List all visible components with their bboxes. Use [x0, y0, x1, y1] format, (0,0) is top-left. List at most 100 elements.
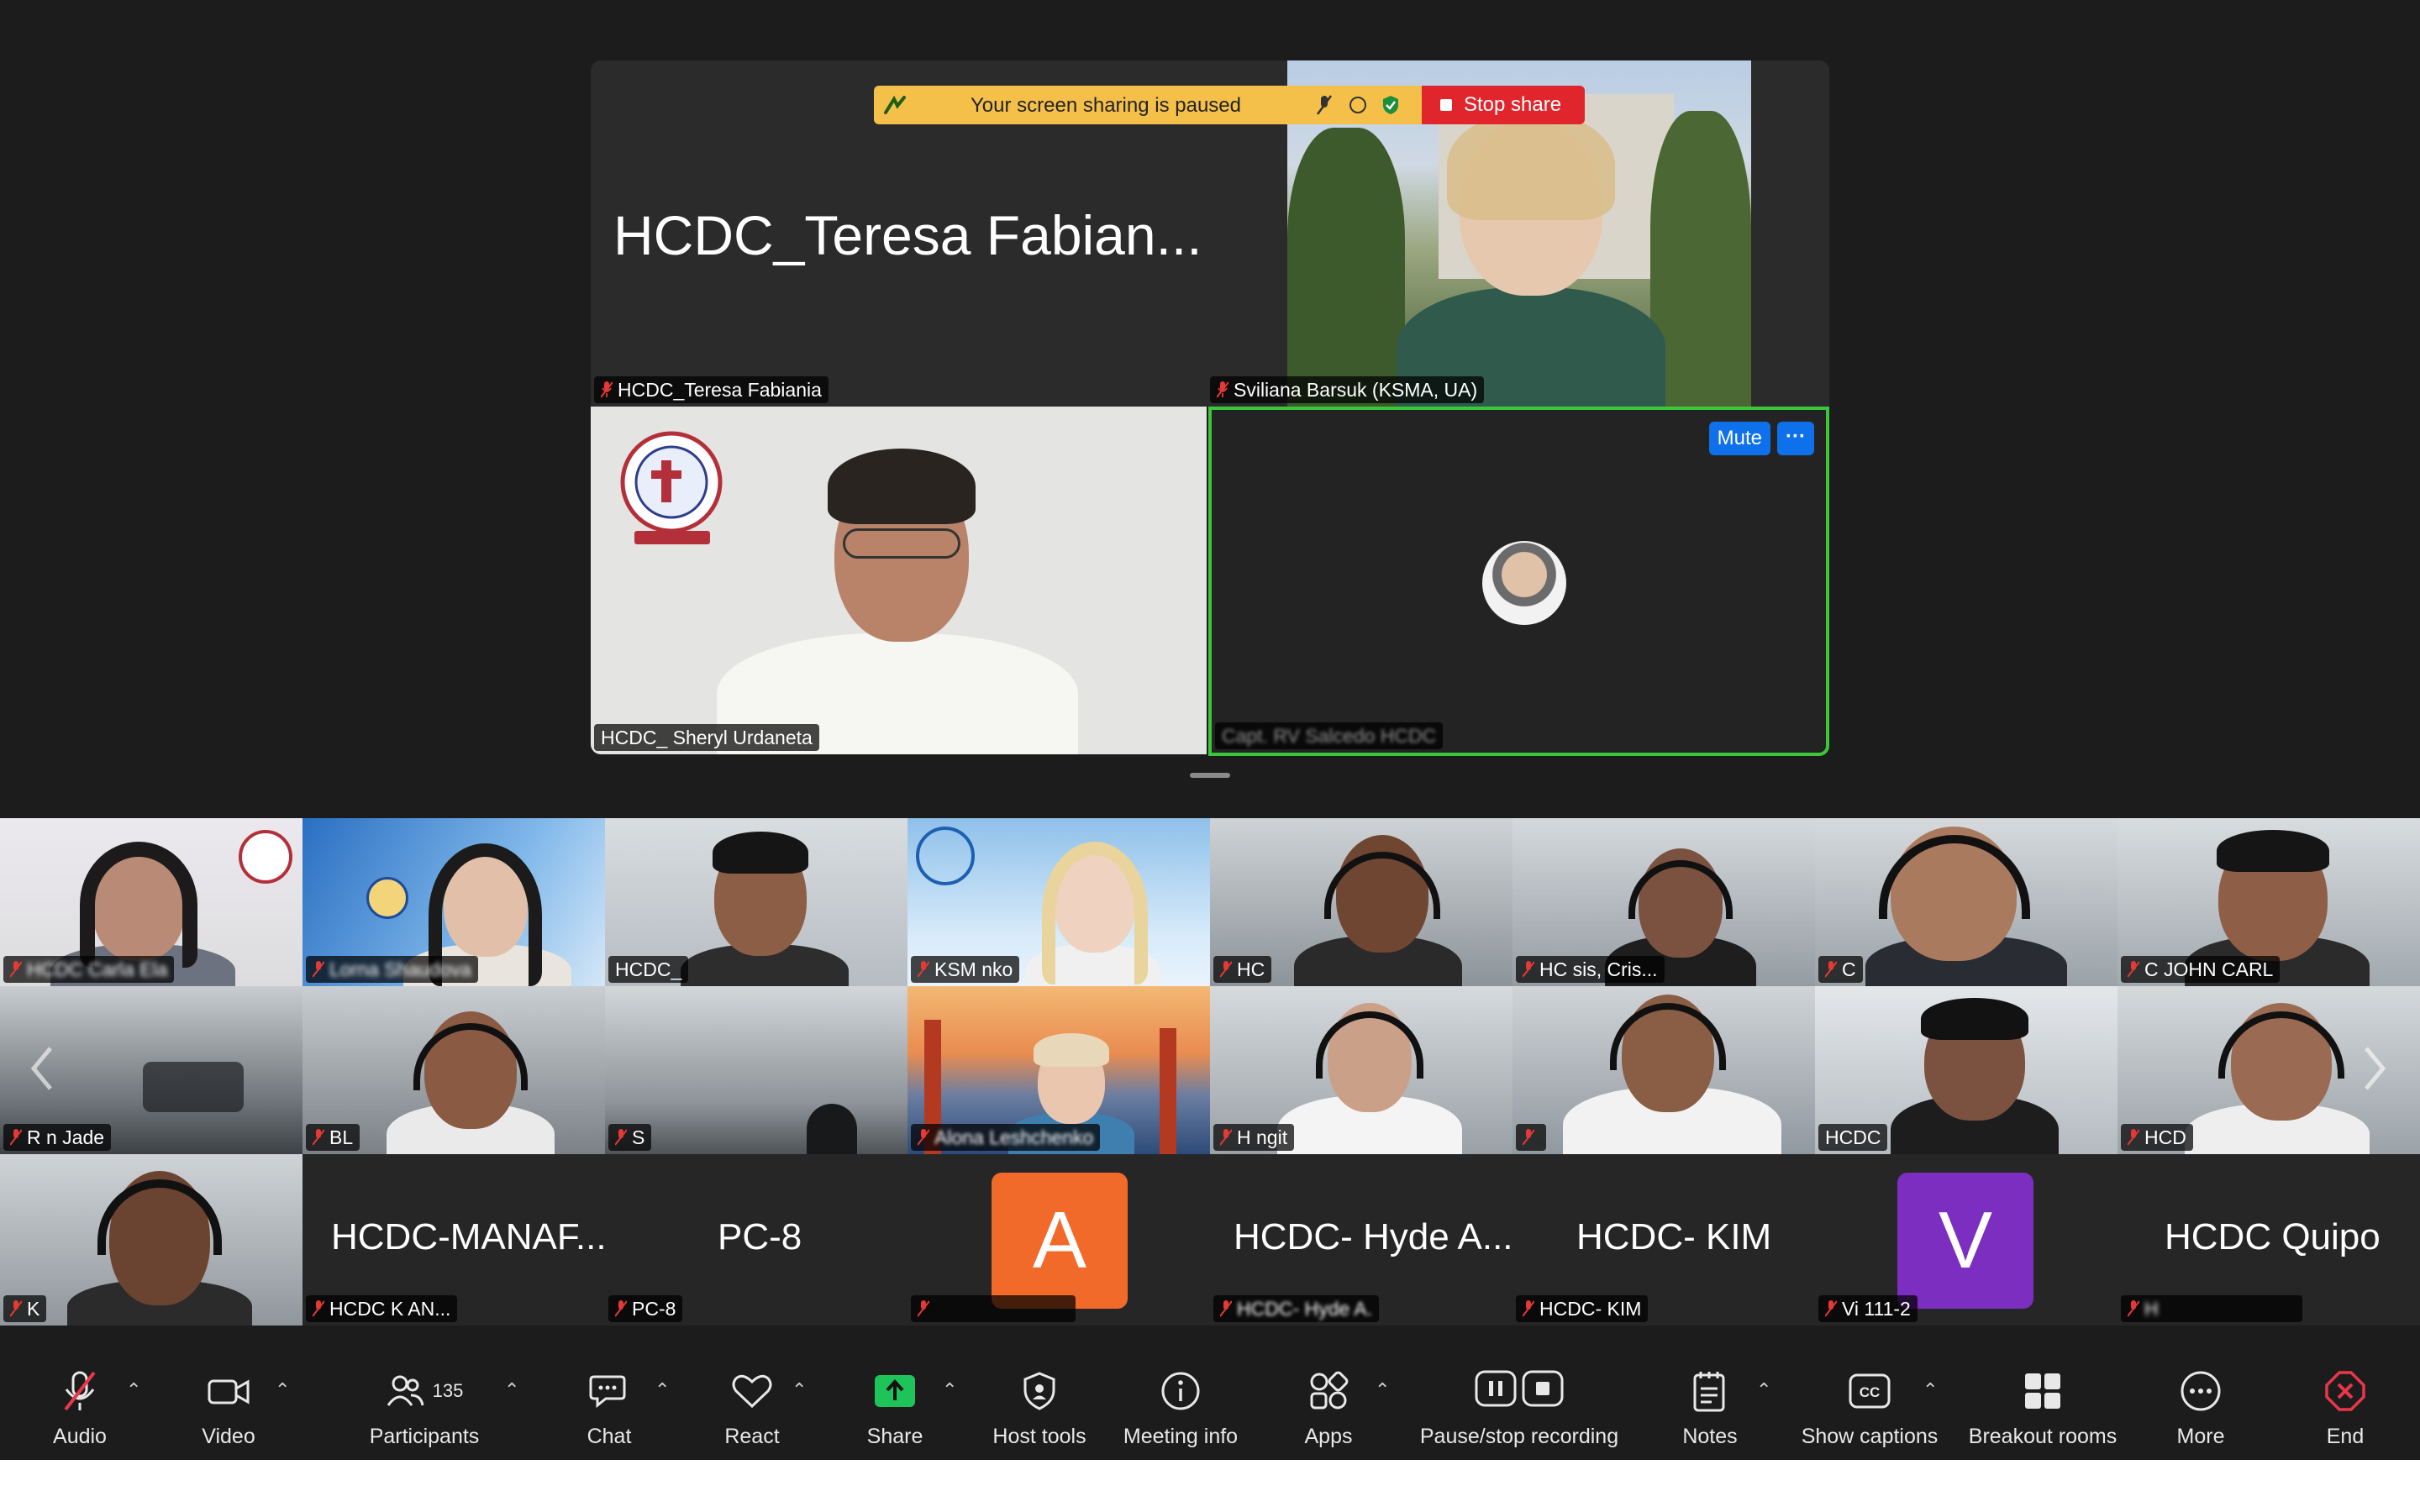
- gallery-tile[interactable]: C: [1815, 818, 2118, 986]
- gallery-tile[interactable]: HCDC-MANAF... HCDC K AN...: [302, 1154, 605, 1326]
- captions-options-caret[interactable]: ⌃: [1923, 1379, 1938, 1401]
- audio-button[interactable]: Audio: [34, 1357, 126, 1449]
- meeting-info-button[interactable]: Meeting info: [1118, 1357, 1244, 1449]
- participant-name: PC-8: [632, 1298, 676, 1320]
- gallery-tile[interactable]: K: [0, 1154, 302, 1326]
- speaker-tile-3[interactable]: HCDC_ Sheryl Urdaneta: [591, 407, 1207, 754]
- gallery-tile[interactable]: HCDC Quipo H: [2118, 1154, 2420, 1326]
- recording-button[interactable]: Pause/stop recording: [1412, 1357, 1627, 1449]
- participant-name: Alona Leshchenko: [934, 1126, 1094, 1148]
- participant-name-tag: [911, 1295, 1076, 1322]
- apps-button[interactable]: Apps: [1291, 1357, 1366, 1449]
- mic-off-icon: [313, 1299, 324, 1318]
- react-button[interactable]: React: [714, 1357, 790, 1449]
- gallery-tile[interactable]: KSM nko: [908, 818, 1210, 986]
- shield-icon: [1023, 1366, 1056, 1416]
- gallery-tile[interactable]: C JOHN CARL: [2118, 818, 2420, 986]
- apps-options-caret[interactable]: ⌃: [1375, 1379, 1390, 1401]
- headset-icon: [97, 1179, 222, 1255]
- bridge-shape: [1160, 1028, 1176, 1154]
- mic-off-icon: [1523, 960, 1534, 979]
- participant-name-tag: K: [3, 1295, 47, 1322]
- pause-icon[interactable]: [1475, 1368, 1517, 1415]
- participant-name-tag: S: [608, 1124, 652, 1151]
- gallery-tile[interactable]: V Vi 111-2: [1815, 1154, 2118, 1326]
- speaker-tile-4-active[interactable]: Mute ··· Capt. RV Salcedo HCDC: [1208, 407, 1829, 756]
- participant-name: K: [27, 1298, 40, 1320]
- speaker-name-tag: HCDC_ Sheryl Urdaneta: [594, 724, 819, 751]
- mic-off-icon[interactable]: [1316, 94, 1333, 122]
- mute-button[interactable]: Mute: [1708, 422, 1770, 455]
- participant-name-tag: HCDC- KIM: [1516, 1295, 1649, 1322]
- mic-off-icon: [1220, 960, 1232, 979]
- share-status-banner: Your screen sharing is paused Stop share: [874, 86, 1585, 124]
- chat-button[interactable]: Chat: [571, 1357, 647, 1449]
- host-tools-button[interactable]: Host tools: [985, 1357, 1094, 1449]
- breakout-rooms-button[interactable]: Breakout rooms: [1965, 1357, 2121, 1449]
- gallery-tile[interactable]: PC-8 PC-8: [605, 1154, 908, 1326]
- resize-handle[interactable]: [1190, 773, 1230, 778]
- speaker-name-tag: Sviliana Barsuk (KSMA, UA): [1210, 376, 1485, 403]
- participant-name-tag: HCDC Carla Ela: [3, 956, 175, 983]
- gallery-tile[interactable]: Lorna Shaudova: [302, 818, 605, 986]
- react-options-caret[interactable]: ⌃: [792, 1379, 807, 1401]
- video-button[interactable]: Video: [187, 1357, 271, 1449]
- gallery-tile[interactable]: S: [605, 986, 908, 1154]
- participants-label: Participants: [369, 1425, 480, 1448]
- host-tools-label: Host tools: [992, 1425, 1086, 1448]
- avatar: [1482, 541, 1566, 625]
- gallery-tile[interactable]: HCDC- Hyde A.... HCDC- Hyde A.: [1210, 1154, 1512, 1326]
- gallery-tile[interactable]: HCDC: [1815, 986, 2118, 1154]
- person-hair: [2217, 830, 2329, 872]
- participant-name: HC sis, Cris...: [1539, 958, 1658, 980]
- gallery-tile[interactable]: Alona Leshchenko: [908, 986, 1210, 1154]
- share-button[interactable]: Share: [857, 1357, 933, 1449]
- speaker-name-tag: Capt. RV Salcedo HCDC: [1215, 722, 1444, 749]
- captions-label: Show captions: [1801, 1425, 1939, 1448]
- share-options-caret[interactable]: ⌃: [942, 1379, 957, 1401]
- stop-icon[interactable]: [1522, 1368, 1564, 1415]
- record-indicator-icon[interactable]: [1349, 97, 1366, 113]
- gallery-tile[interactable]: BL: [302, 986, 605, 1154]
- gallery-tile[interactable]: [1512, 986, 1815, 1154]
- gallery-tile[interactable]: H ngit: [1210, 986, 1512, 1154]
- gallery-tile[interactable]: HCDC Carla Ela: [0, 818, 302, 986]
- notes-options-caret[interactable]: ⌃: [1756, 1379, 1771, 1401]
- headset-icon: [2218, 1011, 2344, 1079]
- mic-off-icon: [2128, 1299, 2139, 1318]
- chevron-right-icon[interactable]: [2358, 1043, 2391, 1094]
- participant-name-tag: C: [1818, 956, 1863, 983]
- participant-name: HCD: [2144, 1126, 2186, 1148]
- stop-share-button[interactable]: Stop share: [1422, 86, 1585, 124]
- gallery-tile[interactable]: HCDC_: [605, 818, 908, 986]
- drag-handle-icon[interactable]: [882, 94, 908, 123]
- more-options-button[interactable]: ···: [1777, 422, 1814, 455]
- mic-off-icon: [60, 1366, 99, 1416]
- participants-button[interactable]: 135 Participants: [361, 1357, 487, 1449]
- mic-off-icon: [2128, 1128, 2139, 1147]
- person-hair: [713, 832, 808, 874]
- participant-name-tag: HCDC_: [608, 956, 689, 983]
- end-meeting-button[interactable]: End: [2307, 1357, 2383, 1449]
- recording-label: Pause/stop recording: [1419, 1425, 1619, 1448]
- end-label: End: [2326, 1425, 2365, 1448]
- chevron-left-icon[interactable]: [25, 1043, 59, 1094]
- audio-options-caret[interactable]: ⌃: [126, 1379, 141, 1401]
- headset-icon: [1879, 835, 2030, 919]
- shield-check-icon[interactable]: [1381, 95, 1400, 121]
- captions-button[interactable]: CC Show captions: [1798, 1357, 1941, 1449]
- speaker-name-label: HCDC_ Sheryl Urdaneta: [601, 727, 813, 748]
- participants-options-caret[interactable]: ⌃: [504, 1379, 519, 1401]
- gallery-tile[interactable]: HCDC- KIM HCDC- KIM: [1512, 1154, 1815, 1326]
- gallery-tile[interactable]: HC: [1210, 818, 1512, 986]
- mic-off-icon: [1523, 1299, 1534, 1318]
- gallery-tile[interactable]: A: [908, 1154, 1210, 1326]
- notes-button[interactable]: Notes: [1672, 1357, 1748, 1449]
- gallery-tile[interactable]: HC sis, Cris...: [1512, 818, 1815, 986]
- participant-name-tag: PC-8: [608, 1295, 683, 1322]
- participant-name: S: [632, 1126, 645, 1148]
- chat-options-caret[interactable]: ⌃: [655, 1379, 670, 1401]
- more-button[interactable]: More: [2163, 1357, 2238, 1449]
- video-options-caret[interactable]: ⌃: [275, 1379, 290, 1401]
- school-logo: [239, 830, 292, 884]
